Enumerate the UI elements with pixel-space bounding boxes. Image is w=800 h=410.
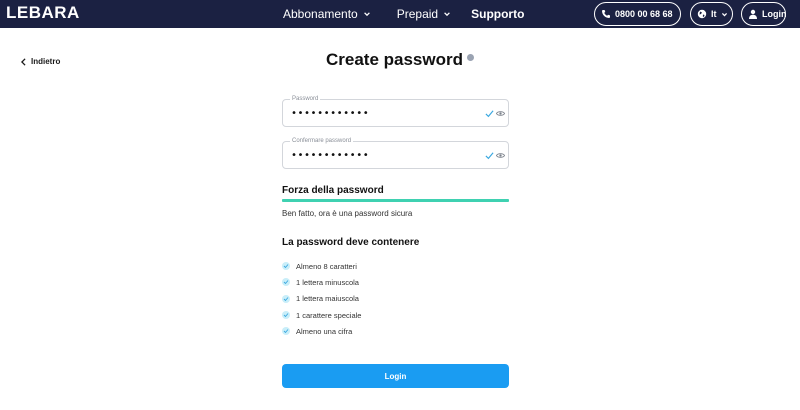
requirement-label: 1 lettera minuscola	[296, 277, 359, 287]
requirements-title: La password deve contenere	[282, 237, 420, 248]
requirement-label: Almeno una cifra	[296, 326, 353, 336]
chevron-down-icon	[721, 12, 727, 16]
confirm-password-label: Confermare password	[290, 138, 354, 144]
requirement-label: 1 lettera maiuscola	[296, 294, 359, 304]
user-icon	[749, 9, 757, 19]
strength-message: Ben fatto, ora è una password sicura	[282, 209, 413, 218]
lebara-logo[interactable]: LEBARA	[6, 3, 80, 23]
header-login-label: Login	[762, 9, 787, 19]
globe-icon	[697, 9, 707, 19]
checkmark-icon	[485, 110, 494, 118]
main-nav: Abbonamento Prepaid Supporto	[283, 0, 524, 28]
strength-meter-fill	[282, 199, 509, 202]
nav-prepaid-label: Prepaid	[396, 7, 439, 21]
page-title-text: Create password	[326, 50, 463, 69]
language-label: It	[711, 9, 717, 19]
page-title: Create password	[0, 50, 800, 70]
top-navigation-bar: LEBARA Abbonamento Prepaid Supporto 0800…	[0, 0, 800, 28]
password-field[interactable]: Password ••••••••••••	[282, 96, 509, 127]
login-submit-button[interactable]: Login	[282, 364, 509, 388]
confirm-password-field[interactable]: Confermare password ••••••••••••	[282, 138, 509, 169]
checkmark-icon	[485, 152, 494, 160]
check-circle-icon	[282, 311, 290, 320]
phone-number: 0800 00 68 68	[615, 9, 673, 19]
check-circle-icon	[282, 278, 290, 287]
chevron-down-icon	[444, 12, 450, 17]
eye-icon[interactable]	[496, 110, 505, 117]
info-icon[interactable]	[467, 54, 474, 61]
requirement-item: 1 lettera maiuscola	[282, 291, 361, 307]
password-input[interactable]: ••••••••••••	[291, 109, 471, 119]
requirement-item: Almeno una cifra	[282, 323, 361, 339]
header-login-button[interactable]: Login	[741, 2, 787, 26]
password-label: Password	[290, 96, 321, 102]
phone-button[interactable]: 0800 00 68 68	[594, 2, 681, 26]
eye-icon[interactable]	[496, 152, 505, 159]
phone-icon	[602, 10, 610, 18]
confirm-password-input[interactable]: ••••••••••••	[291, 151, 471, 161]
chevron-down-icon	[363, 12, 370, 17]
check-circle-icon	[282, 294, 290, 303]
requirement-item: 1 lettera minuscola	[282, 274, 361, 290]
nav-supporto[interactable]: Supporto	[471, 7, 524, 21]
requirement-item: 1 carattere speciale	[282, 307, 361, 323]
requirement-label: Almeno 8 caratteri	[296, 261, 357, 271]
strength-meter	[282, 199, 509, 202]
check-circle-icon	[282, 327, 290, 336]
language-selector[interactable]: It	[690, 2, 733, 26]
requirement-label: 1 carattere speciale	[296, 310, 362, 320]
nav-abbonamento[interactable]: Abbonamento	[283, 7, 371, 21]
strength-title: Forza della password	[282, 185, 384, 196]
check-circle-icon	[282, 262, 290, 271]
nav-prepaid[interactable]: Prepaid	[397, 7, 451, 21]
nav-supporto-label: Supporto	[471, 7, 525, 21]
requirements-list: Almeno 8 caratteri 1 lettera minuscola 1…	[282, 258, 361, 339]
requirement-item: Almeno 8 caratteri	[282, 258, 361, 274]
nav-abbonamento-label: Abbonamento	[283, 7, 358, 21]
